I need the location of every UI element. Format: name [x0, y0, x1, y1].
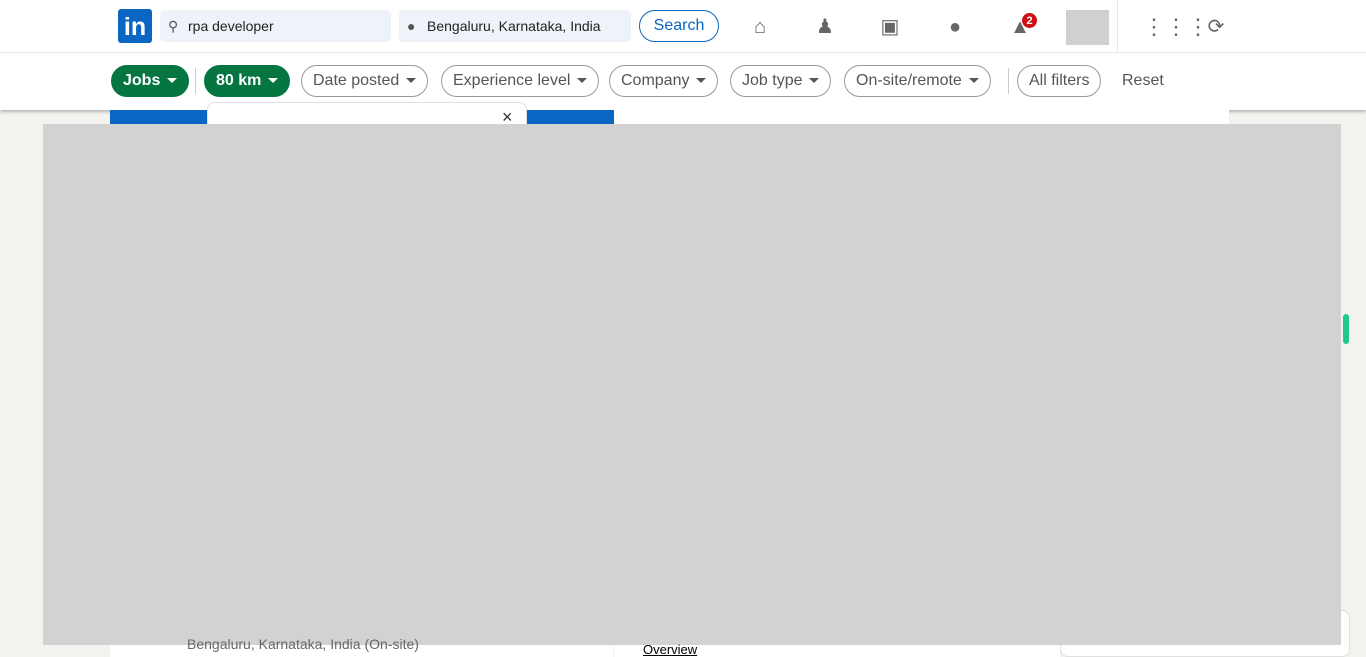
location-input[interactable]: ● Bengaluru, Karnataka, India — [399, 10, 631, 42]
search-input[interactable]: ⚲ rpa developer — [160, 10, 391, 42]
premium-icon[interactable]: ⟳ — [1203, 14, 1229, 40]
linkedin-logo[interactable]: in — [118, 9, 152, 43]
avatar[interactable] — [1066, 10, 1109, 45]
caret-down-icon — [406, 78, 417, 84]
job-details-tabs: Overview — [614, 642, 1060, 657]
scrollbar-thumb[interactable] — [1343, 314, 1349, 344]
jobs-filter-label: Jobs — [123, 72, 161, 89]
list-header-band — [527, 110, 614, 124]
date-posted-filter[interactable]: Date posted — [301, 65, 429, 97]
global-nav: in ⚲ rpa developer ● Bengaluru, Karnataka,… — [0, 0, 1366, 53]
caret-down-icon — [268, 78, 279, 84]
apps-grid-icon[interactable]: ⋮⋮⋮ — [1143, 14, 1209, 40]
notification-badge: 2 — [1021, 12, 1038, 29]
all-filters-button[interactable]: All filters — [1017, 65, 1102, 97]
my-network-icon[interactable]: ♟ — [812, 14, 838, 40]
caret-down-icon — [696, 78, 707, 84]
distance-filter[interactable]: 80 km — [204, 65, 291, 97]
caret-down-icon — [968, 78, 979, 84]
search-value: rpa developer — [188, 18, 274, 34]
reset-button[interactable]: Reset — [1122, 65, 1164, 97]
location-pin-icon: ● — [407, 18, 416, 34]
divider — [195, 68, 196, 94]
caret-down-icon — [809, 78, 820, 84]
messaging-icon[interactable]: ● — [942, 14, 968, 40]
popup-card — [207, 102, 527, 124]
experience-level-filter[interactable]: Experience level — [441, 65, 600, 97]
job-location: Bengaluru, Karnataka, India (On-site) — [187, 636, 419, 652]
filter-bar: Jobs 80 km Date posted Experience level … — [0, 53, 1366, 110]
divider — [1117, 0, 1118, 52]
company-filter[interactable]: Company — [609, 65, 719, 97]
jobs-icon[interactable]: ▣ — [877, 14, 903, 40]
job-details-panel — [614, 110, 1229, 124]
home-icon[interactable]: ⌂ — [747, 14, 773, 40]
onsite-remote-label: On-site/remote — [856, 72, 962, 89]
search-icon: ⚲ — [168, 18, 179, 34]
tab-overview[interactable]: Overview — [643, 642, 697, 657]
divider — [1008, 68, 1009, 94]
list-header-band — [110, 110, 207, 124]
distance-filter-label: 80 km — [216, 72, 262, 89]
job-type-filter[interactable]: Job type — [730, 65, 832, 97]
experience-level-label: Experience level — [453, 72, 571, 89]
job-list-item[interactable]: Bengaluru, Karnataka, India (On-site) — [110, 636, 613, 657]
close-icon[interactable]: × — [502, 108, 513, 126]
company-label: Company — [621, 72, 690, 89]
caret-down-icon — [167, 78, 178, 84]
search-button[interactable]: Search — [639, 10, 719, 42]
jobs-filter[interactable]: Jobs — [111, 65, 190, 97]
redacted-overlay — [43, 124, 1341, 645]
location-value: Bengaluru, Karnataka, India — [427, 18, 601, 34]
caret-down-icon — [577, 78, 588, 84]
job-type-label: Job type — [742, 72, 803, 89]
date-posted-label: Date posted — [313, 72, 400, 89]
onsite-remote-filter[interactable]: On-site/remote — [844, 65, 991, 97]
